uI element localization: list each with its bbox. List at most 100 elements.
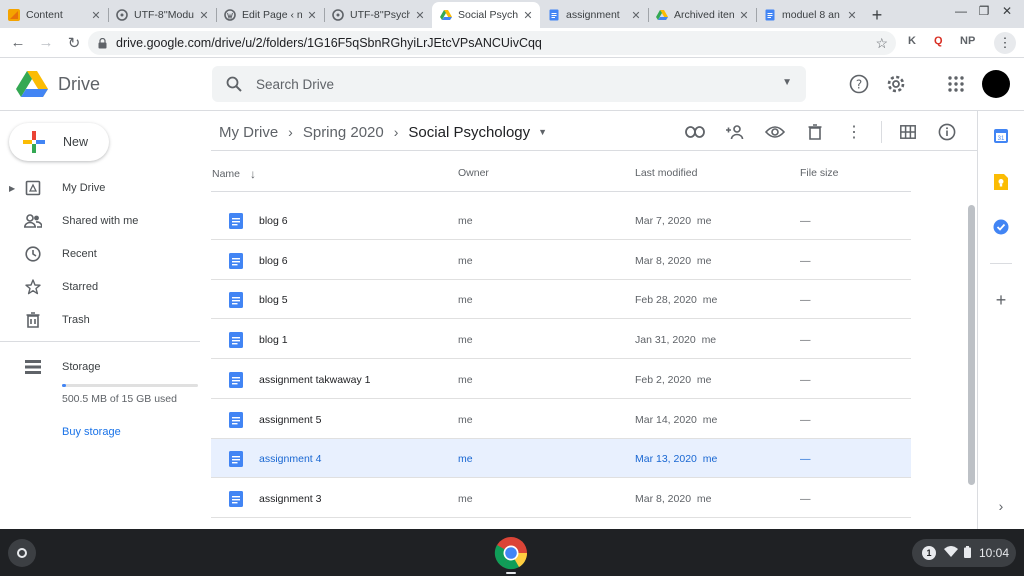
breadcrumb-item[interactable]: My Drive: [219, 124, 278, 141]
address-bar[interactable]: drive.google.com/drive/u/2/folders/1G16F…: [88, 31, 896, 55]
buy-storage-link[interactable]: Buy storage: [62, 426, 121, 438]
file-size: —: [800, 373, 811, 386]
file-size: —: [800, 334, 811, 347]
forward-arrow-icon[interactable]: →: [32, 34, 60, 51]
preview-eye-icon[interactable]: [763, 120, 787, 144]
column-header-owner[interactable]: Owner: [458, 167, 489, 179]
search-icon[interactable]: [226, 76, 242, 92]
add-addon-icon[interactable]: +: [991, 290, 1011, 310]
close-icon[interactable]: ✕: [738, 9, 750, 22]
info-icon[interactable]: [935, 120, 959, 144]
close-icon[interactable]: ✕: [630, 9, 642, 22]
expand-panel-icon[interactable]: ›: [991, 496, 1011, 516]
file-name: assignment 5: [259, 413, 322, 426]
column-header-name[interactable]: Name ↓: [212, 167, 256, 181]
drive-logo[interactable]: Drive: [16, 70, 100, 98]
window-close-icon[interactable]: ✕: [996, 4, 1018, 18]
browser-tab[interactable]: moduel 8 an ✕: [756, 2, 864, 28]
restore-icon[interactable]: ❐: [973, 4, 995, 18]
link-icon[interactable]: [683, 120, 707, 144]
sort-arrow-down-icon[interactable]: ↓: [250, 167, 256, 181]
extension-icon[interactable]: Q: [934, 35, 943, 47]
close-icon[interactable]: ✕: [306, 9, 318, 22]
close-icon[interactable]: ✕: [198, 9, 210, 22]
table-row[interactable]: assignment 5 me Mar 14, 2020 me —: [211, 400, 911, 439]
table-row-selected[interactable]: assignment 4 me Mar 13, 2020 me —: [211, 439, 911, 479]
browser-tab[interactable]: Edit Page ‹ n ✕: [216, 2, 324, 28]
help-icon[interactable]: ?: [848, 73, 870, 95]
browser-tab-title: Social Psych: [458, 9, 518, 21]
column-header-size[interactable]: File size: [800, 167, 839, 179]
lock-icon[interactable]: [98, 37, 108, 49]
browser-tab[interactable]: UTF-8''Modu ✕: [108, 2, 216, 28]
sidebar-item-storage[interactable]: Storage: [0, 352, 200, 382]
sidebar-item-starred[interactable]: Starred: [0, 272, 200, 302]
browser-tab-title: Archived iten: [674, 9, 734, 21]
browser-menu-icon[interactable]: ⋮: [994, 32, 1016, 54]
close-icon[interactable]: ✕: [846, 9, 858, 22]
file-size: —: [800, 254, 811, 267]
extension-icon[interactable]: K: [908, 35, 916, 47]
sidebar-item-my-drive[interactable]: ▶ My Drive: [0, 173, 200, 203]
scrollbar[interactable]: [967, 201, 976, 527]
scrollbar-thumb[interactable]: [968, 205, 975, 485]
table-row[interactable]: blog 1 me Jan 31, 2020 me —: [211, 320, 911, 360]
file-modified-date: Mar 14, 2020: [635, 413, 697, 426]
close-icon[interactable]: ✕: [522, 9, 534, 22]
my-drive-icon: [24, 179, 42, 197]
add-person-icon[interactable]: [723, 120, 747, 144]
file-modified-by: me: [696, 492, 712, 505]
folder-menu-icon[interactable]: ▼: [538, 127, 547, 137]
search-input[interactable]: Search Drive ▼: [212, 66, 806, 102]
chrome-icon[interactable]: [494, 536, 528, 570]
minimize-icon[interactable]: —: [950, 4, 972, 18]
gear-icon[interactable]: [885, 73, 907, 95]
file-owner: me: [458, 492, 473, 505]
keep-icon[interactable]: [991, 172, 1011, 192]
column-header-modified[interactable]: Last modified: [635, 167, 697, 179]
tasks-icon[interactable]: [991, 217, 1011, 237]
file-list: blog 6 me Mar 7, 2020 me — blog 6 me Mar 8, 20…: [211, 197, 911, 529]
browser-tab-title: assignment: [566, 9, 620, 21]
table-row[interactable]: blog 6 me Mar 8, 2020 me —: [211, 241, 911, 280]
table-row[interactable]: blog 5 me Feb 28, 2020 me —: [211, 280, 911, 320]
table-row[interactable]: blog 6 me Mar 7, 2020 me —: [211, 201, 911, 240]
extension-icon[interactable]: NP: [960, 35, 975, 47]
launcher-button[interactable]: [8, 539, 36, 567]
apps-grid-icon[interactable]: [945, 73, 967, 95]
breadcrumb-current[interactable]: Social Psychology: [408, 124, 530, 141]
new-tab-button[interactable]: +: [864, 2, 890, 28]
search-options-icon[interactable]: ▼: [782, 77, 792, 88]
grid-view-icon[interactable]: [896, 120, 920, 144]
side-panel: 31 + ›: [977, 111, 1024, 529]
expand-caret-icon[interactable]: ▶: [9, 184, 15, 193]
browser-tab[interactable]: assignment ✕: [540, 2, 648, 28]
storage-usage-fill: [62, 384, 67, 387]
close-icon[interactable]: ✕: [90, 9, 102, 22]
delete-icon[interactable]: [803, 120, 827, 144]
sidebar-item-shared[interactable]: Shared with me: [0, 206, 200, 236]
sidebar-item-recent[interactable]: Recent: [0, 239, 200, 269]
browser-tab-active[interactable]: Social Psych ✕: [432, 2, 540, 28]
new-button[interactable]: New: [9, 123, 109, 161]
clock-time: 10:04: [979, 546, 1010, 560]
file-name: blog 6: [259, 215, 288, 227]
storage-usage-bar: [62, 384, 198, 387]
calendar-icon[interactable]: 31: [991, 126, 1011, 146]
browser-tab[interactable]: UTF-8''Psych ✕: [324, 2, 432, 28]
table-row[interactable]: assignment 3 me Mar 8, 2020 me —: [211, 479, 911, 518]
status-tray[interactable]: 1 10:04: [912, 539, 1016, 567]
table-row[interactable]: assignment takwaway 1 me Feb 2, 2020 me —: [211, 360, 911, 399]
browser-tab[interactable]: Archived iten ✕: [648, 2, 756, 28]
bookmark-star-icon[interactable]: ☆: [875, 35, 888, 52]
docs-file-icon: [229, 252, 243, 272]
more-options-icon[interactable]: ⋮: [842, 120, 866, 144]
avatar[interactable]: [982, 70, 1010, 98]
back-arrow-icon[interactable]: ←: [4, 34, 32, 51]
sidebar-item-trash[interactable]: Trash: [0, 305, 200, 335]
file-modified-date: Mar 8, 2020: [635, 254, 692, 267]
breadcrumb-item[interactable]: Spring 2020: [303, 124, 384, 141]
browser-tab[interactable]: Content ✕: [0, 2, 108, 28]
close-icon[interactable]: ✕: [414, 9, 426, 22]
reload-icon[interactable]: ↻: [60, 34, 88, 52]
